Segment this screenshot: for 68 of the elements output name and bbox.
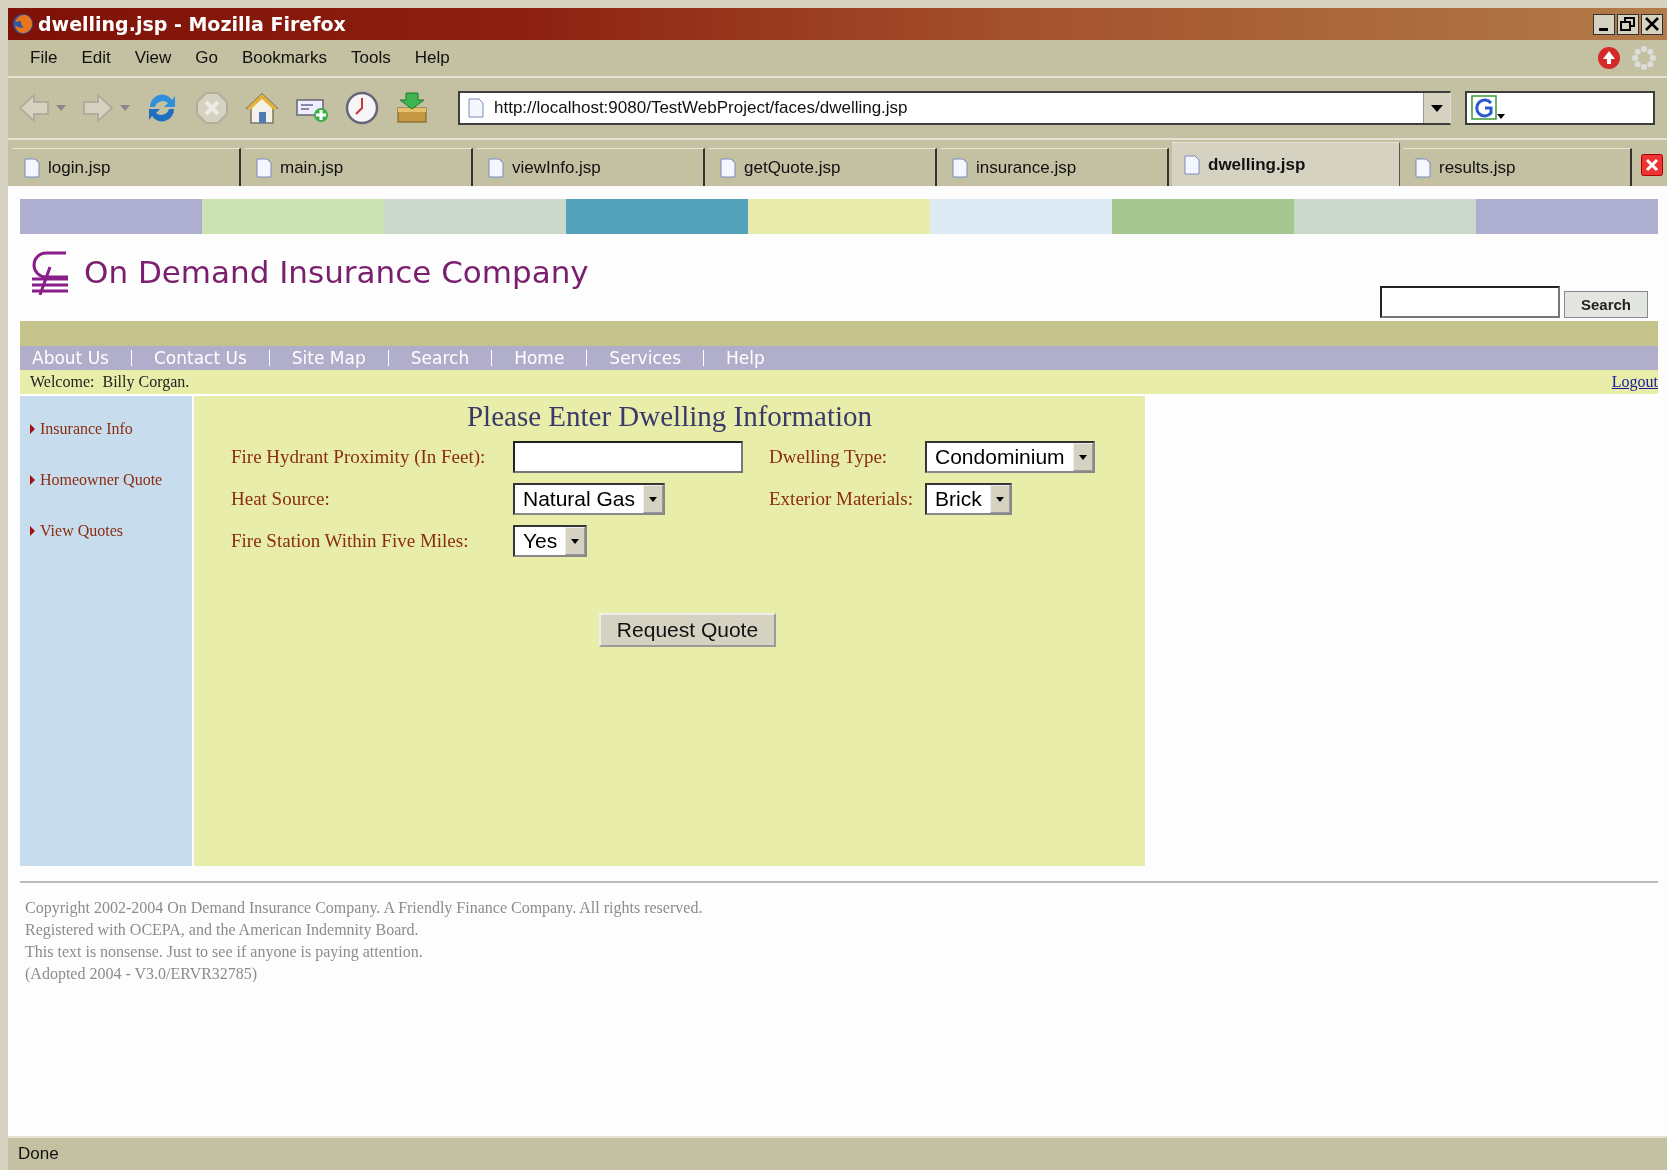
menu-item[interactable]: Help: [402, 46, 462, 70]
footer-text: Copyright 2002-2004 On Demand Insurance Company. A Friendly Finance Company. All rights reserved.: [24, 898, 704, 919]
field-label: Dwelling Type:: [768, 446, 889, 468]
menu-item[interactable]: File: [18, 46, 70, 70]
search-button[interactable]: Search: [1563, 291, 1648, 318]
clock-icon[interactable]: [344, 90, 380, 126]
page-icon: [720, 157, 736, 178]
select-field[interactable]: Condominium: [925, 441, 1095, 473]
welcome-text: Welcome: Billy Corgan.: [30, 373, 190, 391]
logout-link[interactable]: Logout: [1611, 373, 1658, 391]
dropdown-caret-icon[interactable]: [1078, 454, 1087, 460]
field-label: Heat Source:: [231, 488, 331, 510]
menu-item[interactable]: View: [122, 46, 184, 70]
restore-icon[interactable]: [1617, 13, 1639, 35]
page-icon: [952, 157, 968, 178]
triangle-icon: [30, 424, 35, 434]
page-icon: [488, 157, 504, 178]
footer-text: This text is nonsense. Just to see if anyone is paying attention.: [24, 942, 424, 963]
dropdown-caret-icon[interactable]: [649, 496, 658, 502]
firefox-logo-icon: [12, 13, 34, 35]
close-tab-icon[interactable]: [1641, 154, 1663, 176]
select-field[interactable]: Natural Gas: [513, 483, 666, 515]
menu-item[interactable]: Edit: [69, 46, 123, 70]
close-icon[interactable]: [1641, 13, 1663, 35]
request-quote-button[interactable]: Request Quote: [598, 613, 777, 647]
sidebar-link[interactable]: Homeowner Quote: [30, 471, 192, 489]
footer-text: Registered with OCEPA, and the American Indemnity Board.: [24, 920, 420, 941]
select-field[interactable]: Yes: [513, 525, 588, 557]
triangle-icon: [30, 526, 35, 536]
address-field[interactable]: http://localhost:9080/TestWebProject/faces/dwelling.jsp: [458, 91, 1451, 125]
field-label: Fire Hydrant Proximity (In Feet):: [231, 446, 487, 468]
browser-tab[interactable]: viewInfo.jsp: [476, 148, 705, 186]
menu-item[interactable]: Go: [183, 46, 230, 70]
alert-icon: [1597, 46, 1621, 70]
sidebar-link[interactable]: Insurance Info: [30, 420, 192, 438]
status-text: Done: [18, 1144, 59, 1164]
page-icon: [468, 98, 484, 118]
sidebar-link[interactable]: View Quotes: [30, 522, 192, 540]
menu-item[interactable]: Bookmarks: [229, 46, 339, 70]
dropdown-caret-icon[interactable]: [995, 496, 1004, 502]
browser-tab[interactable]: getQuote.jsp: [708, 148, 937, 186]
page-icon: [1415, 157, 1431, 178]
company-name: On Demand Insurance Company: [84, 254, 589, 290]
search-field[interactable]: [1379, 286, 1560, 318]
dropdown-caret-icon[interactable]: [1431, 104, 1443, 112]
house-icon[interactable]: [244, 90, 280, 126]
page-icon: [24, 157, 40, 178]
search-engine-icon: [1471, 95, 1505, 121]
field-label: Exterior Materials:: [768, 488, 915, 510]
dropdown-caret-icon[interactable]: [571, 538, 580, 544]
browser-tab[interactable]: insurance.jsp: [940, 148, 1169, 186]
page-icon: [1184, 154, 1200, 175]
footer-text: (Adopted 2004 - V3.0/ERVR32785): [24, 964, 259, 985]
input-field[interactable]: [513, 441, 743, 473]
page-icon: [256, 157, 272, 178]
throbber-icon: [1631, 45, 1657, 71]
select-field[interactable]: Brick: [925, 483, 1012, 515]
search-field[interactable]: [1465, 91, 1655, 125]
menu-item[interactable]: Tools: [338, 46, 403, 70]
browser-tab[interactable]: results.jsp: [1403, 148, 1632, 186]
browser-tab[interactable]: dwelling.jsp: [1172, 142, 1400, 186]
triangle-icon: [30, 475, 35, 485]
window-title: dwelling.jsp - Mozilla Firefox: [38, 13, 347, 35]
browser-tab[interactable]: login.jsp: [12, 148, 241, 186]
field-label: Fire Station Within Five Miles:: [231, 530, 470, 552]
form-heading: Please Enter Dwelling Information: [465, 400, 874, 433]
minimize-icon[interactable]: [1593, 13, 1615, 35]
browser-tab[interactable]: main.jsp: [244, 148, 473, 186]
